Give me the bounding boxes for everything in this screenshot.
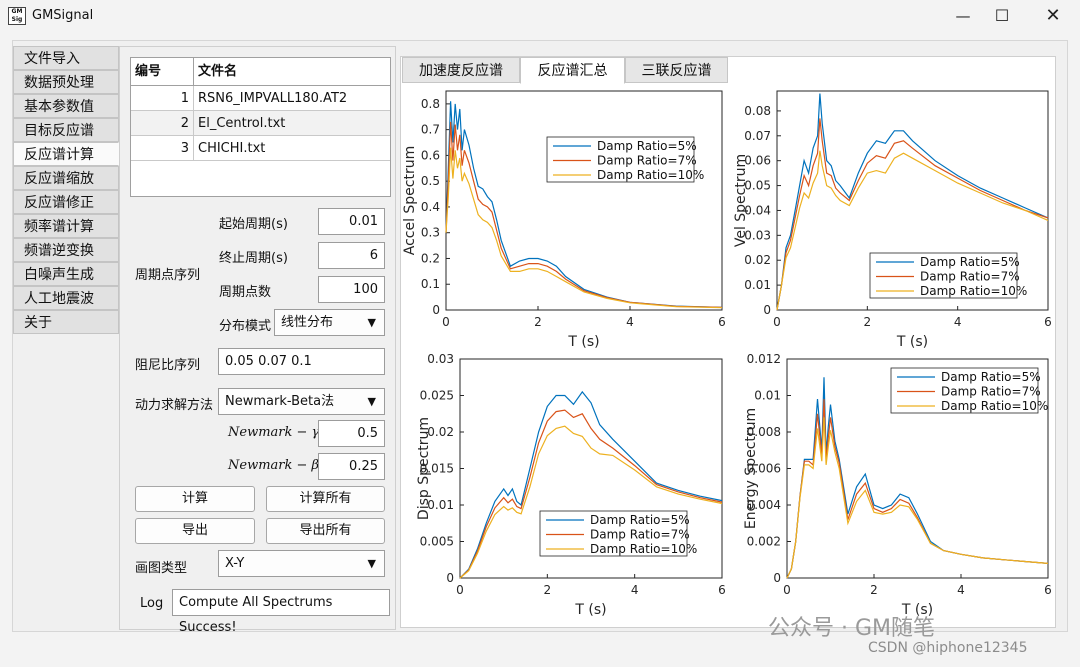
x-tick-label: 4 [957,583,965,597]
legend-entry: Damp Ratio=10% [941,399,1048,413]
legend-entry: Damp Ratio=7% [941,385,1041,399]
y-tick-label: 0.005 [420,535,454,549]
y-tick-label: 0.07 [744,129,771,143]
legend-entry: Damp Ratio=5% [920,255,1020,269]
y-tick-label: 0.02 [744,253,771,267]
x-tick-label: 0 [442,315,450,329]
csdn-watermark: CSDN @hiphone12345 [868,640,1028,656]
y-tick-label: 0 [773,571,781,585]
y-axis-label: Energy Spectrum [743,408,759,529]
x-tick-label: 4 [626,315,634,329]
y-tick-label: 0 [446,571,454,585]
y-tick-label: 0.5 [421,174,440,188]
x-tick-label: 6 [1044,315,1052,329]
legend-entry: Damp Ratio=7% [590,528,690,542]
y-tick-label: 0.002 [747,535,781,549]
legend-entry: Damp Ratio=10% [920,284,1027,298]
y-tick-label: 0.025 [420,389,454,403]
x-tick-label: 4 [631,583,639,597]
legend-entry: Damp Ratio=5% [597,139,697,153]
y-tick-label: 0.1 [421,277,440,291]
y-tick-label: 0.3 [421,226,440,240]
y-tick-label: 0.01 [744,278,771,292]
y-tick-label: 0 [432,303,440,317]
y-axis-label: Disp Spectrum [416,417,432,520]
y-axis-label: Accel Spectrum [402,146,418,256]
y-tick-label: 0.7 [421,123,440,137]
x-tick-label: 0 [773,315,781,329]
x-axis-label: T (s) [574,602,606,618]
x-tick-label: 2 [534,315,542,329]
legend-entry: Damp Ratio=10% [590,542,697,556]
x-tick-label: 2 [870,583,878,597]
watermark-text: 公众号 · GM随笔 [768,616,936,641]
plot-area [445,90,723,311]
charts-svg: 0 0.1 0.2 0.3 0.4 0.5 0.6 0.7 0.8 0 2 4 6 T (s) Accel … [402,90,1052,618]
x-tick-label: 4 [954,315,962,329]
y-tick-label: 0.8 [421,97,440,111]
y-axis-label: Vel Spectrum [733,154,749,247]
x-axis-label: T (s) [896,334,928,350]
y-tick-label: 0.012 [747,352,781,366]
legend-entry: Damp Ratio=5% [590,513,690,527]
y-tick-label: 0 [763,303,771,317]
legend-entry: Damp Ratio=7% [597,154,697,168]
x-tick-label: 0 [783,583,791,597]
x-tick-label: 6 [1044,583,1052,597]
x-tick-label: 2 [544,583,552,597]
y-tick-label: 0.2 [421,251,440,265]
y-tick-label: 0.03 [427,352,454,366]
x-tick-label: 6 [718,583,726,597]
y-tick-label: 0.4 [421,200,440,214]
x-axis-label: T (s) [567,334,599,350]
x-tick-label: 6 [718,315,726,329]
x-tick-label: 2 [864,315,872,329]
y-tick-label: 0.6 [421,148,440,162]
legend-entry: Damp Ratio=7% [920,270,1020,284]
legend-entry: Damp Ratio=10% [597,168,704,182]
y-tick-label: 0.08 [744,104,771,118]
legend-entry: Damp Ratio=5% [941,370,1041,384]
y-tick-label: 0.01 [754,389,781,403]
x-tick-label: 0 [456,583,464,597]
